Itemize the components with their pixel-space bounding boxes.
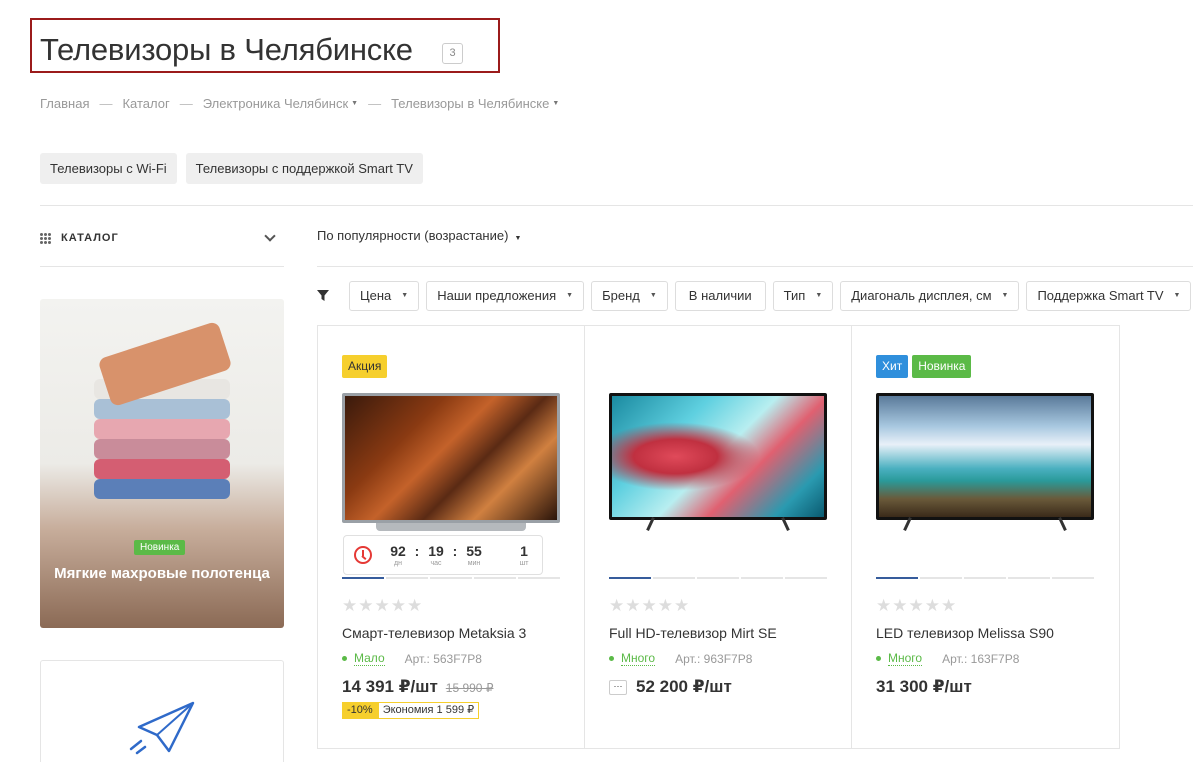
image-pager[interactable] bbox=[609, 577, 827, 579]
breadcrumb: Главная — Каталог — Электроника Челябинс… bbox=[40, 96, 559, 111]
product-count-badge: 3 bbox=[442, 43, 463, 64]
saving-amount: Экономия 1 599 ₽ bbox=[377, 702, 480, 719]
filter-in-stock[interactable]: В наличии bbox=[674, 281, 766, 311]
breadcrumb-separator: — bbox=[368, 96, 382, 111]
promo-banner-towels[interactable]: Новинка Мягкие махровые полотенца bbox=[40, 299, 284, 628]
stock-dot-icon bbox=[342, 656, 347, 661]
price: 52 200 ₽/шт bbox=[636, 677, 732, 696]
catalog-label: КАТАЛОГ bbox=[61, 232, 119, 244]
product-image[interactable] bbox=[609, 393, 827, 533]
old-price: 15 990 ₽ bbox=[445, 681, 494, 695]
product-image[interactable] bbox=[876, 393, 1094, 533]
stock-info: Мало Арт.: 563F7P8 bbox=[342, 651, 482, 666]
promo-new-badge: Новинка bbox=[134, 540, 186, 555]
sort-dropdown[interactable]: По популярности (возрастание) ▼ bbox=[317, 228, 521, 243]
clock-icon bbox=[354, 546, 372, 564]
tag-filters: Телевизоры с Wi-Fi Телевизоры с поддержк… bbox=[40, 153, 423, 184]
catalog-toggle[interactable]: КАТАЛОГ bbox=[40, 229, 284, 247]
caret-down-icon[interactable]: ▼ bbox=[552, 100, 559, 107]
countdown-timer: 92 дн : 19 час : 55 мин 1 шт bbox=[343, 535, 543, 575]
stock-info: Много Арт.: 163F7P8 bbox=[876, 651, 1019, 666]
caret-down-icon: ▼ bbox=[649, 292, 657, 299]
product-name[interactable]: Смарт-телевизор Metaksia 3 bbox=[342, 625, 526, 641]
caret-down-icon[interactable]: ▼ bbox=[351, 100, 358, 107]
image-pager[interactable] bbox=[876, 577, 1094, 579]
sale-badge: Акция bbox=[342, 355, 388, 378]
caret-down-icon: ▼ bbox=[1001, 292, 1009, 299]
article-number: Арт.: 963F7P8 bbox=[675, 651, 753, 666]
article-number: Арт.: 163F7P8 bbox=[942, 651, 1020, 666]
product-name[interactable]: LED телевизор Melissa S90 bbox=[876, 625, 1054, 641]
stock-level[interactable]: Много bbox=[621, 651, 656, 666]
divider bbox=[317, 266, 1193, 267]
sort-label: По популярности (возрастание) bbox=[317, 228, 509, 243]
price-row: ··· 52 200 ₽/шт bbox=[609, 677, 732, 697]
caret-down-icon: ▼ bbox=[1173, 292, 1181, 299]
filter-offers[interactable]: Наши предложения ▼ bbox=[426, 281, 585, 311]
new-badge: Новинка bbox=[912, 355, 972, 378]
page-title: Телевизоры в Челябинске bbox=[40, 32, 413, 67]
product-card[interactable]: ★★★★★ Full HD-телевизор Mirt SE Много Ар… bbox=[585, 326, 852, 748]
caret-down-icon: ▼ bbox=[514, 235, 522, 242]
promo-title: Мягкие махровые полотенца bbox=[54, 565, 270, 582]
filter-bar: Цена ▼ Наши предложения ▼ Бренд ▼ В наличии… bbox=[349, 281, 1192, 311]
article-number: Арт.: 563F7P8 bbox=[404, 651, 482, 666]
filter-diagonal[interactable]: Диагональ дисплея, см ▼ bbox=[840, 281, 1020, 311]
product-card[interactable]: Хит Новинка ★★★★★ LED телевизор Melissa … bbox=[852, 326, 1119, 748]
stock-dot-icon bbox=[876, 656, 881, 661]
tag-wifi[interactable]: Телевизоры с Wi-Fi bbox=[40, 153, 177, 184]
breadcrumb-tvs[interactable]: Телевизоры в Челябинске bbox=[391, 96, 549, 111]
rating-stars[interactable]: ★★★★★ bbox=[876, 596, 957, 616]
price: 31 300 ₽/шт bbox=[876, 677, 972, 696]
towel-stack-image bbox=[94, 320, 234, 499]
paper-plane-icon bbox=[129, 701, 195, 755]
divider bbox=[40, 266, 284, 267]
chevron-down-icon[interactable] bbox=[264, 230, 276, 242]
filter-funnel-icon[interactable] bbox=[317, 290, 329, 301]
stock-dot-icon bbox=[609, 656, 614, 661]
hit-badge: Хит bbox=[876, 355, 909, 378]
more-options-icon[interactable]: ··· bbox=[609, 679, 627, 695]
caret-down-icon: ▼ bbox=[566, 292, 574, 299]
caret-down-icon: ▼ bbox=[815, 292, 823, 299]
filter-type[interactable]: Тип ▼ bbox=[772, 281, 834, 311]
caret-down-icon: ▼ bbox=[401, 292, 409, 299]
stock-level[interactable]: Много bbox=[888, 651, 923, 666]
rating-stars[interactable]: ★★★★★ bbox=[342, 596, 423, 616]
stock-level[interactable]: Мало bbox=[354, 651, 385, 666]
filter-brand[interactable]: Бренд ▼ bbox=[591, 281, 668, 311]
divider bbox=[40, 205, 1193, 206]
price-row: 31 300 ₽/шт bbox=[876, 677, 972, 697]
breadcrumb-home[interactable]: Главная bbox=[40, 96, 89, 111]
grid-dots-icon bbox=[40, 232, 51, 244]
tag-smart-tv[interactable]: Телевизоры с поддержкой Smart TV bbox=[185, 153, 423, 184]
image-pager[interactable] bbox=[342, 577, 560, 579]
breadcrumb-separator: — bbox=[99, 96, 113, 111]
promo-banner-secondary[interactable] bbox=[40, 660, 284, 762]
product-image[interactable] bbox=[342, 393, 560, 533]
discount-percent: -10% bbox=[342, 702, 378, 719]
product-card[interactable]: Акция 92 дн : 19 час : 55 мин 1 шт ★★★★★ Сма… bbox=[318, 326, 585, 748]
stock-info: Много Арт.: 963F7P8 bbox=[609, 651, 752, 666]
product-name[interactable]: Full HD-телевизор Mirt SE bbox=[609, 625, 777, 641]
product-grid: Акция 92 дн : 19 час : 55 мин 1 шт ★★★★★ Сма… bbox=[317, 325, 1120, 749]
rating-stars[interactable]: ★★★★★ bbox=[609, 596, 690, 616]
filter-price[interactable]: Цена ▼ bbox=[349, 281, 420, 311]
discount-info: -10% Экономия 1 599 ₽ bbox=[342, 702, 480, 719]
breadcrumb-electronics[interactable]: Электроника Челябинск bbox=[203, 96, 348, 111]
breadcrumb-separator: — bbox=[179, 96, 193, 111]
filter-smart-tv[interactable]: Поддержка Smart TV ▼ bbox=[1026, 281, 1192, 311]
breadcrumb-catalog[interactable]: Каталог bbox=[122, 96, 169, 111]
price-row: 14 391 ₽/шт 15 990 ₽ bbox=[342, 677, 493, 697]
price: 14 391 ₽/шт bbox=[342, 677, 438, 696]
